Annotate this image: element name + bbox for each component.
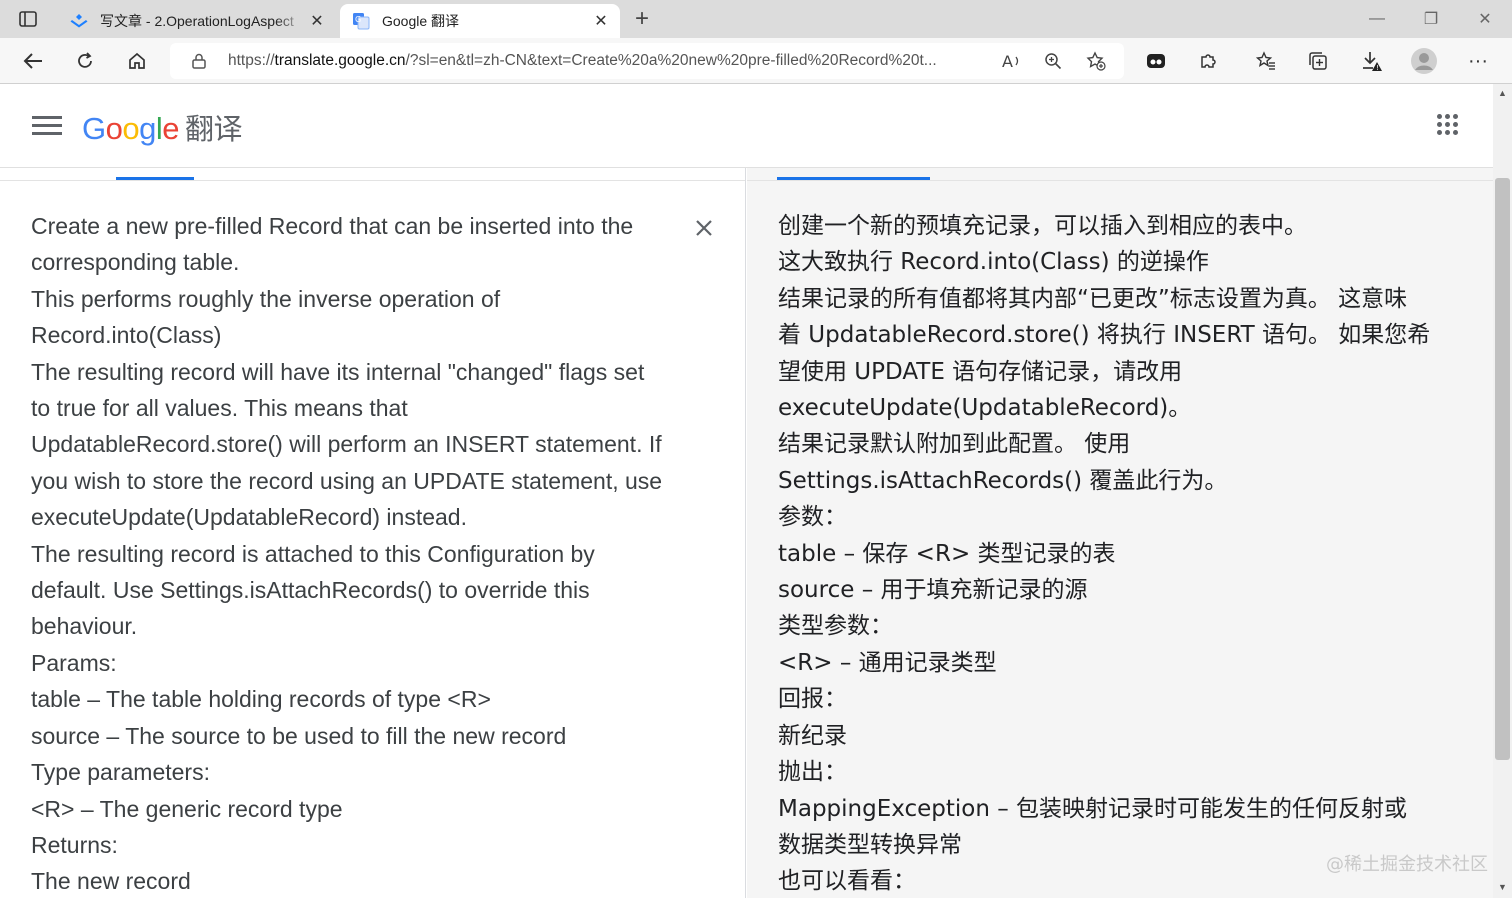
add-favorite-icon[interactable] [1082, 47, 1110, 75]
target-panel: 创建一个新的预填充记录，可以插入到相应的表中。 这大致执行 Record.into… [747, 168, 1493, 898]
scrollbar-thumb[interactable] [1495, 178, 1510, 760]
extension-icon[interactable] [1140, 46, 1172, 76]
profile-avatar-icon[interactable] [1408, 46, 1440, 76]
source-language-strip [0, 168, 745, 181]
source-text-line: Returns: [31, 831, 118, 858]
translation-panels: Create a new pre-filled Record that can … [0, 168, 1493, 898]
translated-text-line: 回报： [778, 686, 847, 713]
main-menu-icon[interactable] [32, 113, 62, 137]
url-host: translate.google.cn [274, 52, 406, 69]
translated-text-line: 这大致执行 Record.into(Class) 的逆操作 [778, 249, 1209, 276]
logo-letter: o [122, 111, 140, 146]
tab-close-icon[interactable]: ✕ [590, 10, 612, 32]
tab-title: 写文章 - 2.OperationLogAspect [100, 13, 294, 29]
more-options-icon[interactable]: ··· [1462, 46, 1494, 76]
svg-text:G: G [355, 15, 361, 24]
source-text-line: executeUpdate(UpdatableRecord) instead. [31, 504, 467, 531]
restore-icon[interactable]: ❐ [1404, 0, 1458, 38]
source-text-line: behaviour. [31, 613, 138, 640]
source-text-line: you wish to store the record using an UP… [31, 467, 663, 494]
refresh-icon[interactable] [69, 46, 101, 76]
translated-text-line: 抛出： [778, 759, 847, 786]
clear-source-icon[interactable] [690, 214, 718, 242]
logo-suffix: 翻译 [185, 114, 243, 146]
browser-tab-strip: 写文章 - 2.OperationLogAspect ✕ G Google 翻译… [0, 0, 1512, 38]
browser-toolbar: https://translate.google.cn/?sl=en&tl=zh… [0, 38, 1512, 84]
tab-close-icon[interactable]: ✕ [306, 10, 328, 32]
logo-letter: e [162, 111, 180, 146]
page-scrollbar[interactable]: ▲ ▼ [1493, 84, 1512, 898]
svg-text:A: A [1002, 52, 1013, 70]
source-panel: Create a new pre-filled Record that can … [0, 168, 746, 898]
translated-text-line: 望使用 UPDATE 语句存储记录，请改用 [778, 358, 1183, 385]
translate-header: Google 翻译 [0, 84, 1493, 168]
translated-text-line: 类型参数： [778, 613, 893, 640]
juejin-icon [70, 12, 88, 30]
translated-text-line: 着 UpdatableRecord.store() 将执行 INSERT 语句。… [778, 322, 1431, 349]
source-text-line: The resulting record will have its inter… [31, 358, 645, 385]
lock-icon[interactable] [192, 53, 210, 69]
source-text-line: Params: [31, 649, 117, 676]
source-text-line: UpdatableRecord.store() will perform an … [31, 431, 662, 458]
svg-text:!: ! [1376, 64, 1379, 72]
translated-text-line: executeUpdate(UpdatableRecord)。 [778, 395, 1192, 422]
read-aloud-icon[interactable]: A [998, 47, 1026, 75]
google-apps-icon[interactable] [1437, 114, 1459, 136]
puzzle-extensions-icon[interactable] [1192, 46, 1224, 76]
google-translate-logo[interactable]: Google 翻译 [82, 106, 243, 148]
source-text-line: Record.into(Class) [31, 322, 222, 349]
translated-text-line: table – 保存 <R> 类型记录的表 [778, 540, 1116, 567]
translated-text-line: MappingException – 包装映射记录时可能发生的任何反射或 [778, 795, 1408, 822]
translated-text: 创建一个新的预填充记录，可以插入到相应的表中。 这大致执行 Record.into… [778, 208, 1431, 900]
downloads-icon[interactable]: ! [1356, 46, 1388, 76]
translated-text-line: Settings.isAttachRecords() 覆盖此行为。 [778, 467, 1228, 494]
logo-letter: o [105, 111, 123, 146]
translated-text-line: 创建一个新的预填充记录，可以插入到相应的表中。 [778, 213, 1307, 239]
tab-juejin[interactable]: 写文章 - 2.OperationLogAspect ✕ [58, 4, 336, 38]
scroll-up-icon[interactable]: ▲ [1497, 88, 1508, 98]
source-text-line: default. Use Settings.isAttachRecords() … [31, 577, 590, 604]
translated-text-line: 结果记录默认附加到此配置。 使用 [778, 431, 1131, 458]
translated-text-line: 新纪录 [778, 722, 847, 749]
source-text-line: Create a new pre-filled Record that can … [31, 213, 634, 239]
translated-text-line: 结果记录的所有值都将其内部“已更改”标志设置为真。 这意味 [778, 285, 1408, 312]
favorites-icon[interactable] [1250, 46, 1282, 76]
source-text-line: Type parameters: [31, 759, 210, 786]
tab-google-translate[interactable]: G Google 翻译 ✕ [340, 4, 620, 38]
url-scheme: https:// [228, 52, 275, 69]
collections-icon[interactable] [1302, 46, 1334, 76]
source-text-line: This performs roughly the inverse operat… [31, 285, 501, 312]
source-language-indicator [116, 177, 194, 180]
new-tab-icon[interactable]: + [628, 5, 656, 32]
target-language-indicator [777, 177, 930, 180]
google-translate-icon: G [352, 12, 370, 30]
back-icon[interactable] [17, 46, 49, 76]
source-text-input[interactable]: Create a new pre-filled Record that can … [31, 208, 681, 900]
minimize-icon[interactable]: — [1350, 0, 1404, 38]
home-icon[interactable] [121, 46, 153, 76]
source-text-line: <R> – The generic record type [31, 795, 343, 822]
scroll-down-icon[interactable]: ▼ [1497, 882, 1508, 892]
tab-title: Google 翻译 [382, 13, 460, 29]
source-text-line: table – The table holding records of typ… [31, 686, 491, 713]
source-text-line: source – The source to be used to fill t… [31, 722, 567, 749]
translated-text-line: 参数： [778, 504, 847, 531]
translated-text-line: <R> – 通用记录类型 [778, 649, 997, 676]
translated-text-line: source – 用于填充新记录的源 [778, 577, 1088, 604]
logo-letter: G [82, 111, 106, 146]
watermark: @稀土掘金技术社区 [1326, 854, 1488, 875]
tab-actions-icon[interactable] [10, 6, 46, 32]
window-close-icon[interactable]: ✕ [1458, 0, 1512, 38]
source-text-line: The resulting record is attached to this… [31, 540, 595, 567]
logo-word: Google [82, 111, 180, 146]
source-text-line: to true for all values. This means that [31, 395, 408, 422]
url-path: /?sl=en&tl=zh-CN&text=Create%20a%20new%2… [405, 52, 937, 69]
source-text-line: The new record [31, 868, 191, 895]
zoom-icon[interactable] [1039, 47, 1067, 75]
source-text-line: corresponding table. [31, 249, 240, 276]
logo-letter: g [139, 111, 156, 146]
url-text[interactable]: https://translate.google.cn/?sl=en&tl=zh… [228, 52, 988, 70]
address-bar[interactable]: https://translate.google.cn/?sl=en&tl=zh… [170, 43, 1124, 79]
